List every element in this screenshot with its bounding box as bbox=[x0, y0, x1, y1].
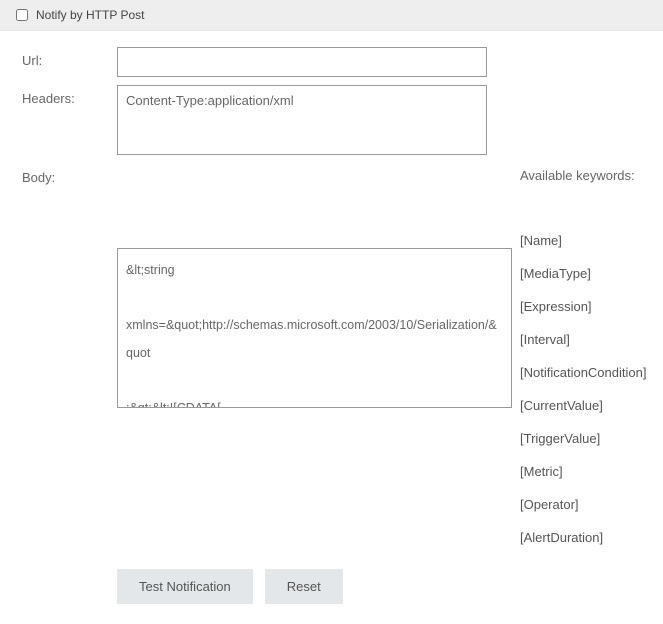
headers-label: Headers: bbox=[22, 85, 117, 106]
section-header: Notify by HTTP Post bbox=[0, 0, 663, 31]
keywords-label: Available keywords: bbox=[520, 168, 655, 183]
url-label: Url: bbox=[22, 47, 117, 68]
body-label: Body: bbox=[22, 168, 117, 185]
notify-checkbox[interactable] bbox=[16, 9, 28, 21]
keyword-item: [Expression] bbox=[520, 299, 655, 314]
button-row: Test Notification Reset bbox=[117, 569, 641, 604]
keyword-item: [Operator] bbox=[520, 497, 655, 512]
reset-button[interactable]: Reset bbox=[265, 569, 343, 604]
keyword-item: [Name] bbox=[520, 233, 655, 248]
url-row: Url: bbox=[22, 47, 641, 77]
keywords-list: [Name] [MediaType] [Expression] [Interva… bbox=[520, 233, 655, 545]
keyword-item: [NotificationCondition] bbox=[520, 365, 655, 380]
keyword-item: [Metric] bbox=[520, 464, 655, 479]
keyword-item: [AlertDuration] bbox=[520, 530, 655, 545]
url-input[interactable] bbox=[117, 47, 487, 77]
keyword-item: [CurrentValue] bbox=[520, 398, 655, 413]
keyword-item: [TriggerValue] bbox=[520, 431, 655, 446]
keyword-item: [Interval] bbox=[520, 332, 655, 347]
headers-row: Headers: bbox=[22, 85, 641, 158]
body-input[interactable] bbox=[117, 248, 512, 408]
body-row: Body: Available keywords: [Name] [MediaT… bbox=[22, 168, 641, 545]
keyword-item: [MediaType] bbox=[520, 266, 655, 281]
form-area: Url: Headers: Body: Available keywords: … bbox=[0, 31, 663, 624]
headers-input[interactable] bbox=[117, 85, 487, 155]
test-notification-button[interactable]: Test Notification bbox=[117, 569, 253, 604]
notify-checkbox-label: Notify by HTTP Post bbox=[36, 8, 144, 22]
